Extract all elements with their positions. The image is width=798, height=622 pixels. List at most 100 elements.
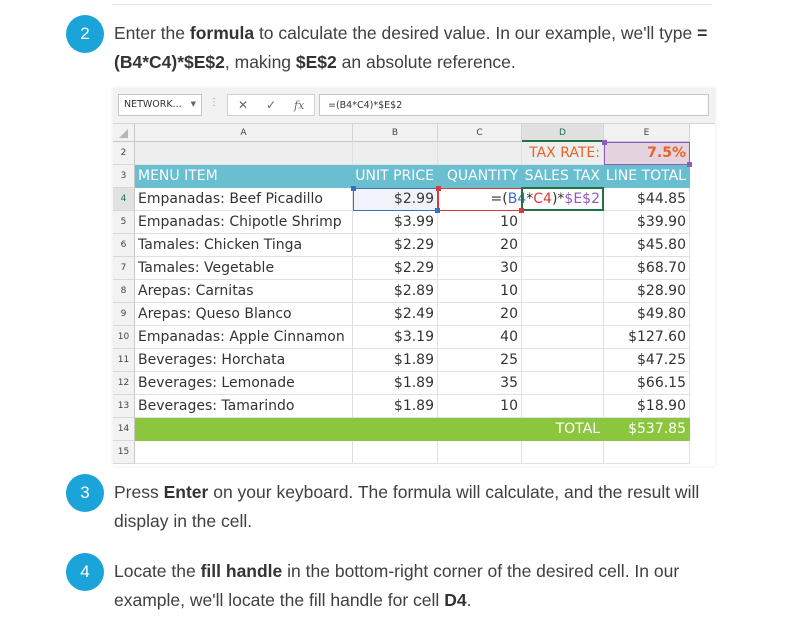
row-header-12[interactable]: 12 (113, 372, 135, 395)
sales-tax-cell[interactable] (522, 349, 604, 372)
sales-tax-cell[interactable] (522, 303, 604, 326)
line-total-cell[interactable]: $66.15 (604, 372, 690, 395)
chevron-down-icon[interactable]: ▼ (191, 100, 196, 108)
line-total-cell[interactable]: $47.25 (604, 349, 690, 372)
menu-item-cell[interactable]: Empanadas: Beef Picadillo (135, 188, 353, 211)
unit-price-cell[interactable]: $3.99 (353, 211, 438, 234)
line-total-cell[interactable]: $49.80 (604, 303, 690, 326)
row-header-9[interactable]: 9 (113, 303, 135, 326)
name-box[interactable]: NETWORK... ▼ (118, 94, 202, 116)
cell-empty[interactable] (135, 142, 353, 165)
unit-price-cell[interactable]: $2.29 (353, 257, 438, 280)
row-header-4[interactable]: 4 (113, 188, 135, 211)
row-header-11[interactable]: 11 (113, 349, 135, 372)
column-title[interactable]: QUANTITY (438, 165, 522, 188)
quantity-cell[interactable]: 40 (438, 326, 522, 349)
unit-price-cell[interactable]: $2.29 (353, 234, 438, 257)
menu-item-cell[interactable]: Beverages: Lemonade (135, 372, 353, 395)
unit-price-cell[interactable]: $1.89 (353, 395, 438, 418)
column-title[interactable]: MENU ITEM (135, 165, 353, 188)
quantity-cell[interactable]: 25 (438, 349, 522, 372)
row-header-15[interactable]: 15 (113, 441, 135, 464)
menu-item-cell[interactable]: Tamales: Vegetable (135, 257, 353, 280)
line-total-cell[interactable]: $127.60 (604, 326, 690, 349)
sales-tax-cell[interactable] (522, 372, 604, 395)
row-header-2[interactable]: 2 (113, 142, 135, 165)
quantity-cell[interactable]: 20 (438, 234, 522, 257)
menu-item-cell[interactable]: Empanadas: Apple Cinnamon (135, 326, 353, 349)
formula-input[interactable]: =(B4*C4)*$E$2 (319, 94, 709, 116)
menu-item-cell[interactable]: Tamales: Chicken Tinga (135, 234, 353, 257)
column-header-a[interactable]: A (135, 124, 353, 142)
tax-rate-label[interactable]: TAX RATE: (522, 142, 604, 165)
quantity-cell[interactable]: =(B4*C4)*$E$2 (438, 188, 600, 211)
row-header-7[interactable]: 7 (113, 257, 135, 280)
unit-price-cell[interactable]: $2.89 (353, 280, 438, 303)
line-total-cell[interactable]: $44.85 (604, 188, 690, 211)
menu-item-cell[interactable]: Beverages: Tamarindo (135, 395, 353, 418)
resize-handle[interactable] (351, 186, 356, 191)
total-row-cell[interactable] (353, 418, 438, 441)
line-total-cell[interactable]: $39.90 (604, 211, 690, 234)
quantity-cell[interactable]: 30 (438, 257, 522, 280)
sales-tax-cell[interactable] (522, 234, 604, 257)
column-title[interactable]: UNIT PRICE (353, 165, 438, 188)
unit-price-cell[interactable]: $1.89 (353, 349, 438, 372)
drag-handle-icon[interactable]: ⋮ (209, 97, 219, 108)
resize-handle[interactable] (602, 140, 607, 145)
line-total-cell[interactable]: $68.70 (604, 257, 690, 280)
cell-empty[interactable] (522, 441, 604, 464)
sales-tax-cell[interactable] (522, 211, 604, 234)
row-header-10[interactable]: 10 (113, 326, 135, 349)
tax-rate-value[interactable]: 7.5% (604, 142, 690, 165)
resize-handle[interactable] (435, 208, 440, 213)
unit-price-cell[interactable]: $3.19 (353, 326, 438, 349)
column-header-d[interactable]: D (522, 124, 604, 142)
total-row-cell[interactable] (438, 418, 522, 441)
cell-empty[interactable] (353, 142, 438, 165)
cell-empty[interactable] (438, 142, 522, 165)
x-icon[interactable]: ✕ (238, 98, 248, 112)
quantity-cell[interactable]: 20 (438, 303, 522, 326)
cell-empty[interactable] (135, 441, 353, 464)
resize-handle[interactable] (519, 208, 524, 213)
column-header-c[interactable]: C (438, 124, 522, 142)
line-total-cell[interactable]: $45.80 (604, 234, 690, 257)
row-header-13[interactable]: 13 (113, 395, 135, 418)
row-header-6[interactable]: 6 (113, 234, 135, 257)
menu-item-cell[interactable]: Beverages: Horchata (135, 349, 353, 372)
check-icon[interactable]: ✓ (266, 98, 276, 112)
total-label[interactable]: TOTAL (522, 418, 604, 441)
cell-empty[interactable] (353, 441, 438, 464)
menu-item-cell[interactable]: Arepas: Carnitas (135, 280, 353, 303)
resize-handle[interactable] (436, 186, 441, 191)
column-title[interactable]: LINE TOTAL (604, 165, 690, 188)
total-row-cell[interactable] (135, 418, 353, 441)
sales-tax-cell[interactable] (522, 326, 604, 349)
select-all-corner[interactable] (113, 124, 135, 142)
sales-tax-cell[interactable] (522, 257, 604, 280)
total-value[interactable]: $537.85 (604, 418, 690, 441)
quantity-cell[interactable]: 10 (438, 211, 522, 234)
in-cell-formula[interactable]: =(B4*C4)*$E$2 (486, 188, 600, 210)
quantity-cell[interactable]: 10 (438, 280, 522, 303)
cell-empty[interactable] (604, 441, 690, 464)
menu-item-cell[interactable]: Arepas: Queso Blanco (135, 303, 353, 326)
column-header-e[interactable]: E (604, 124, 690, 142)
unit-price-cell[interactable]: $2.49 (353, 303, 438, 326)
column-title[interactable]: SALES TAX (522, 165, 604, 188)
menu-item-cell[interactable]: Empanadas: Chipotle Shrimp (135, 211, 353, 234)
cell-empty[interactable] (438, 441, 522, 464)
line-total-cell[interactable]: $18.90 (604, 395, 690, 418)
row-header-8[interactable]: 8 (113, 280, 135, 303)
quantity-cell[interactable]: 10 (438, 395, 522, 418)
function-icon[interactable]: fx (294, 99, 304, 112)
sales-tax-cell[interactable] (522, 280, 604, 303)
line-total-cell[interactable]: $28.90 (604, 280, 690, 303)
quantity-cell[interactable]: 35 (438, 372, 522, 395)
unit-price-cell[interactable]: $1.89 (353, 372, 438, 395)
unit-price-cell[interactable]: $2.99 (353, 188, 438, 211)
row-header-5[interactable]: 5 (113, 211, 135, 234)
sales-tax-cell[interactable] (522, 395, 604, 418)
column-header-b[interactable]: B (353, 124, 438, 142)
